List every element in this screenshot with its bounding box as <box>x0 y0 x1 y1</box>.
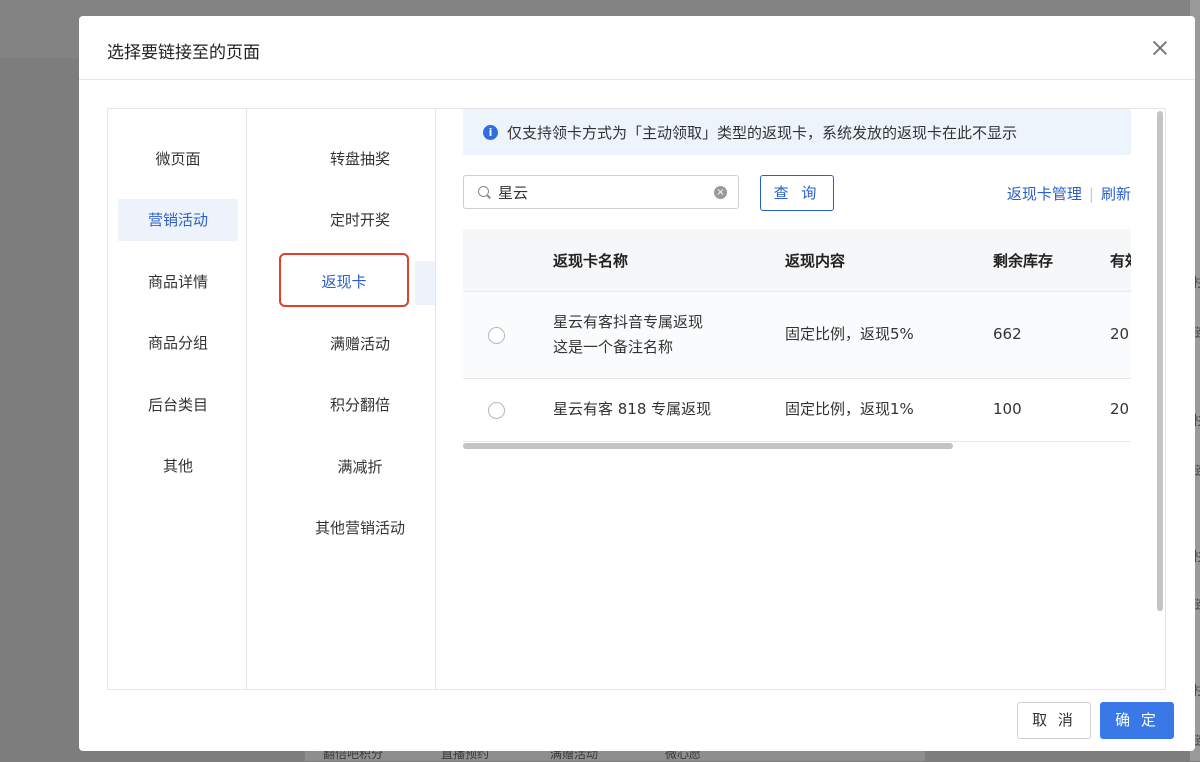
info-icon: i <box>483 125 498 140</box>
query-button[interactable]: 查 询 <box>760 175 834 211</box>
table-row[interactable]: 星云有客抖音专属返现 这是一个备注名称 固定比例，返现5% 662 20 <box>463 292 1131 379</box>
active-indicator <box>415 261 435 305</box>
search-input[interactable] <box>498 182 698 202</box>
category-list: 微页面 营销活动 商品详情 商品分组 后台类目 其他 <box>108 109 247 689</box>
subcategory-item-cashback-card[interactable]: 返现卡 <box>279 253 409 307</box>
search-box: × <box>463 175 739 209</box>
subcategory-item-discount[interactable]: 满减折 <box>277 446 443 488</box>
cell-validity: 20 <box>1110 400 1130 418</box>
table-header: 返现卡名称 返现内容 剩余库存 有效 <box>463 229 1131 292</box>
column-header-content: 返现内容 <box>785 252 846 270</box>
subcategory-item-timed-draw[interactable]: 定时开奖 <box>277 199 443 241</box>
row-radio[interactable] <box>488 402 505 419</box>
cell-content: 固定比例，返现1% <box>785 400 914 418</box>
category-item-other[interactable]: 其他 <box>118 445 238 487</box>
subcategory-item-wheel-lottery[interactable]: 转盘抽奖 <box>277 138 443 180</box>
dialog-header: 选择要链接至的页面 <box>79 16 1195 80</box>
info-text: 仅支持领卡方式为「主动领取」类型的返现卡，系统发放的返现卡在此不显示 <box>507 124 1018 142</box>
dialog-body: 微页面 营销活动 商品详情 商品分组 后台类目 其他 转盘抽奖 定时开奖 返现卡… <box>107 108 1166 690</box>
vertical-scrollbar[interactable] <box>1157 111 1163 611</box>
column-header-validity: 有效 <box>1110 252 1131 270</box>
table-row[interactable]: 星云有客 818 专属返现 固定比例，返现1% 100 20 <box>463 379 1131 442</box>
category-item-backend-category[interactable]: 后台类目 <box>118 384 238 426</box>
info-banner: i 仅支持领卡方式为「主动领取」类型的返现卡，系统发放的返现卡在此不显示 <box>463 109 1131 155</box>
column-header-name: 返现卡名称 <box>553 252 629 270</box>
clear-icon[interactable]: × <box>714 186 727 199</box>
category-item-marketing[interactable]: 营销活动 <box>118 199 238 241</box>
cell-validity: 20 <box>1110 325 1130 343</box>
cell-stock: 100 <box>993 400 1022 418</box>
close-icon[interactable] <box>1149 38 1171 60</box>
top-links: 返现卡管理 | 刷新 <box>1007 183 1131 204</box>
subcategory-item-other-marketing[interactable]: 其他营销活动 <box>277 507 443 549</box>
column-header-stock: 剩余库存 <box>993 252 1054 270</box>
subcategory-list: 转盘抽奖 定时开奖 返现卡 满赠活动 积分翻倍 满减折 其他营销活动 <box>247 109 436 689</box>
horizontal-scrollbar[interactable] <box>463 443 953 449</box>
subcategory-item-gift-promo[interactable]: 满赠活动 <box>277 323 443 365</box>
cell-name: 星云有客抖音专属返现 <box>553 313 704 331</box>
cell-stock: 662 <box>993 325 1022 343</box>
refresh-link[interactable]: 刷新 <box>1101 185 1131 203</box>
cancel-button[interactable]: 取 消 <box>1017 702 1091 739</box>
cell-content: 固定比例，返现5% <box>785 325 914 343</box>
link-page-dialog: 选择要链接至的页面 微页面 营销活动 商品详情 商品分组 后台类目 其他 转盘抽… <box>79 16 1195 751</box>
cashback-card-panel: i 仅支持领卡方式为「主动领取」类型的返现卡，系统发放的返现卡在此不显示 × 查… <box>463 109 1131 689</box>
row-radio[interactable] <box>488 327 505 344</box>
link-divider: | <box>1088 185 1094 203</box>
category-item-product-detail[interactable]: 商品详情 <box>118 261 238 303</box>
manage-cashback-link[interactable]: 返现卡管理 <box>1007 185 1082 203</box>
confirm-button[interactable]: 确 定 <box>1100 702 1174 739</box>
cell-remark: 这是一个备注名称 <box>553 338 674 356</box>
dialog-title: 选择要链接至的页面 <box>107 43 260 63</box>
category-item-micro-page[interactable]: 微页面 <box>118 138 238 180</box>
cell-name: 星云有客 818 专属返现 <box>553 400 712 418</box>
subcategory-item-double-points[interactable]: 积分翻倍 <box>277 384 443 426</box>
search-icon <box>478 186 489 197</box>
category-item-product-group[interactable]: 商品分组 <box>118 322 238 364</box>
